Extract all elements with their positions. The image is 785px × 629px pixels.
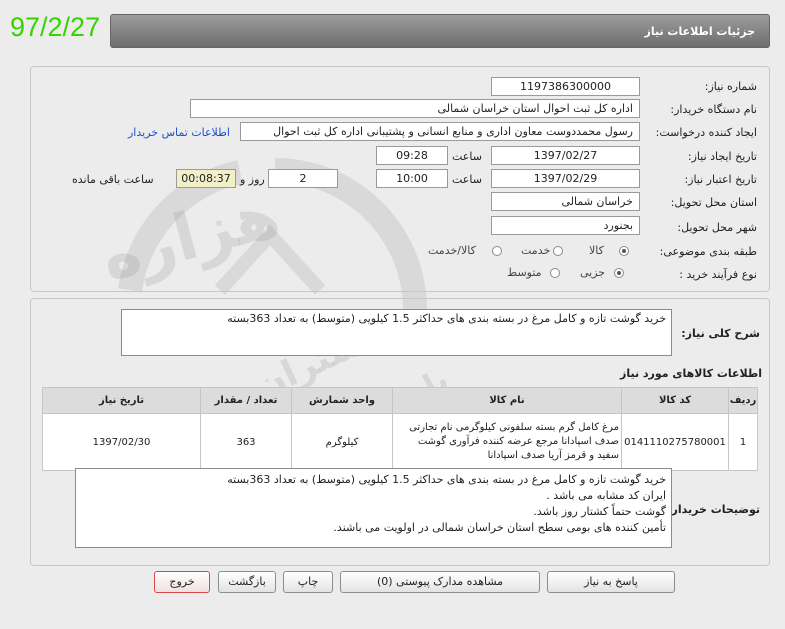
need-number-label: شماره نیاز: bbox=[704, 80, 757, 93]
province-field: خراسان شمالی bbox=[491, 192, 640, 211]
cell-code: 0141110275780001 bbox=[621, 413, 729, 471]
category-radio-goods-service[interactable] bbox=[492, 246, 502, 256]
attachments-button[interactable]: مشاهده مدارک پیوستی (0) bbox=[340, 571, 540, 593]
table-row: 1 0141110275780001 مرغ کامل گرم بسته سلف… bbox=[42, 413, 758, 471]
summary-label: شرح کلی نیاز: bbox=[681, 327, 760, 340]
days-label: روز و bbox=[240, 173, 265, 186]
city-label: شهر محل تحویل: bbox=[677, 221, 757, 234]
category-label: طبقه بندی موضوعی: bbox=[659, 245, 757, 258]
category-radio-service[interactable] bbox=[553, 246, 563, 256]
buyer-notes-line-4: تأمین کننده های بومی سطح استان خراسان شم… bbox=[333, 521, 666, 534]
buyer-org-label: نام دستگاه خریدار: bbox=[670, 103, 757, 116]
col-header-row: ردیف bbox=[728, 387, 758, 414]
items-table-header-row: ردیف کد کالا نام کالا واحد شمارش تعداد /… bbox=[42, 387, 758, 414]
valid-time-label: ساعت bbox=[452, 173, 482, 186]
col-header-name: نام کالا bbox=[392, 387, 622, 414]
province-label: استان محل تحویل: bbox=[670, 196, 757, 209]
cell-qty: 363 bbox=[200, 413, 292, 471]
items-section-title: اطلاعات کالاهای مورد نیاز bbox=[620, 367, 762, 380]
remaining-time-field: 00:08:37 bbox=[176, 169, 236, 188]
reply-button[interactable]: پاسخ به نیاز bbox=[547, 571, 675, 593]
col-header-code: کد کالا bbox=[621, 387, 729, 414]
cell-date: 1397/02/30 bbox=[42, 413, 201, 471]
created-time-field: 09:28 bbox=[376, 146, 448, 165]
category-option-service: خدمت bbox=[521, 244, 551, 257]
purchase-type-radio-minor[interactable] bbox=[614, 268, 624, 278]
created-time-label: ساعت bbox=[452, 150, 482, 163]
col-header-date: تاریخ نیاز bbox=[42, 387, 201, 414]
city-field: بجنورد bbox=[491, 216, 640, 235]
purchase-type-option-minor: جزیی bbox=[580, 266, 606, 279]
need-number-field: 1197386300000 bbox=[491, 77, 640, 96]
date-stamp: 97/2/27 bbox=[10, 12, 101, 42]
cell-unit: کیلوگرم bbox=[291, 413, 393, 471]
col-header-qty: تعداد / مقدار bbox=[200, 387, 292, 414]
buyer-org-field: اداره کل ثبت احوال استان خراسان شمالی bbox=[190, 99, 640, 118]
print-button[interactable]: چاپ bbox=[283, 571, 333, 593]
summary-text: خرید گوشت تازه و کامل مرغ در بسته بندی ه… bbox=[227, 312, 666, 325]
summary-textarea: خرید گوشت تازه و کامل مرغ در بسته بندی ه… bbox=[121, 309, 672, 356]
requester-field: رسول محمددوست معاون اداری و منابع انسانی… bbox=[240, 122, 640, 141]
valid-time-field: 10:00 bbox=[376, 169, 448, 188]
valid-date-field: 1397/02/29 bbox=[491, 169, 640, 188]
col-header-unit: واحد شمارش bbox=[291, 387, 393, 414]
items-table: ردیف کد کالا نام کالا واحد شمارش تعداد /… bbox=[42, 387, 758, 471]
buyer-notes-label: توضیحات خریدار: bbox=[667, 503, 760, 516]
category-radio-goods[interactable] bbox=[619, 246, 629, 256]
buyer-notes-line-1: خرید گوشت تازه و کامل مرغ در بسته بندی ه… bbox=[227, 473, 666, 486]
purchase-type-label: نوع فرآیند خرید : bbox=[679, 268, 757, 281]
category-option-goods-service: کالا/خدمت bbox=[428, 244, 476, 257]
buyer-notes-textarea: خرید گوشت تازه و کامل مرغ در بسته بندی ه… bbox=[75, 468, 672, 548]
cell-row: 1 bbox=[728, 413, 758, 471]
page-title: جزئیات اطلاعات نیاز bbox=[644, 25, 756, 38]
created-date-label: تاریخ ایجاد نیاز: bbox=[687, 150, 757, 163]
exit-button[interactable]: خروج bbox=[154, 571, 210, 593]
purchase-type-radio-medium[interactable] bbox=[550, 268, 560, 278]
buyer-notes-line-3: گوشت حتماً کشتار روز باشد. bbox=[533, 505, 666, 518]
purchase-type-option-medium: متوسط bbox=[507, 266, 542, 279]
cell-name: مرغ کامل گرم بسته سلفونی کیلوگرمی نام تج… bbox=[392, 413, 622, 471]
remaining-time-label: ساعت باقی مانده bbox=[72, 173, 154, 186]
requester-label: ایجاد کننده درخواست: bbox=[655, 126, 757, 139]
contact-info-link[interactable]: اطلاعات تماس خریدار bbox=[128, 126, 230, 139]
created-date-field: 1397/02/27 bbox=[491, 146, 640, 165]
category-option-goods: کالا bbox=[589, 244, 604, 257]
header-bar: جزئیات اطلاعات نیاز bbox=[110, 14, 770, 48]
buyer-notes-line-2: ایران کد مشابه می باشد . bbox=[546, 489, 666, 502]
valid-date-label: تاریخ اعتبار نیاز: bbox=[684, 173, 757, 186]
back-button[interactable]: بازگشت bbox=[218, 571, 276, 593]
days-remaining-field: 2 bbox=[268, 169, 338, 188]
